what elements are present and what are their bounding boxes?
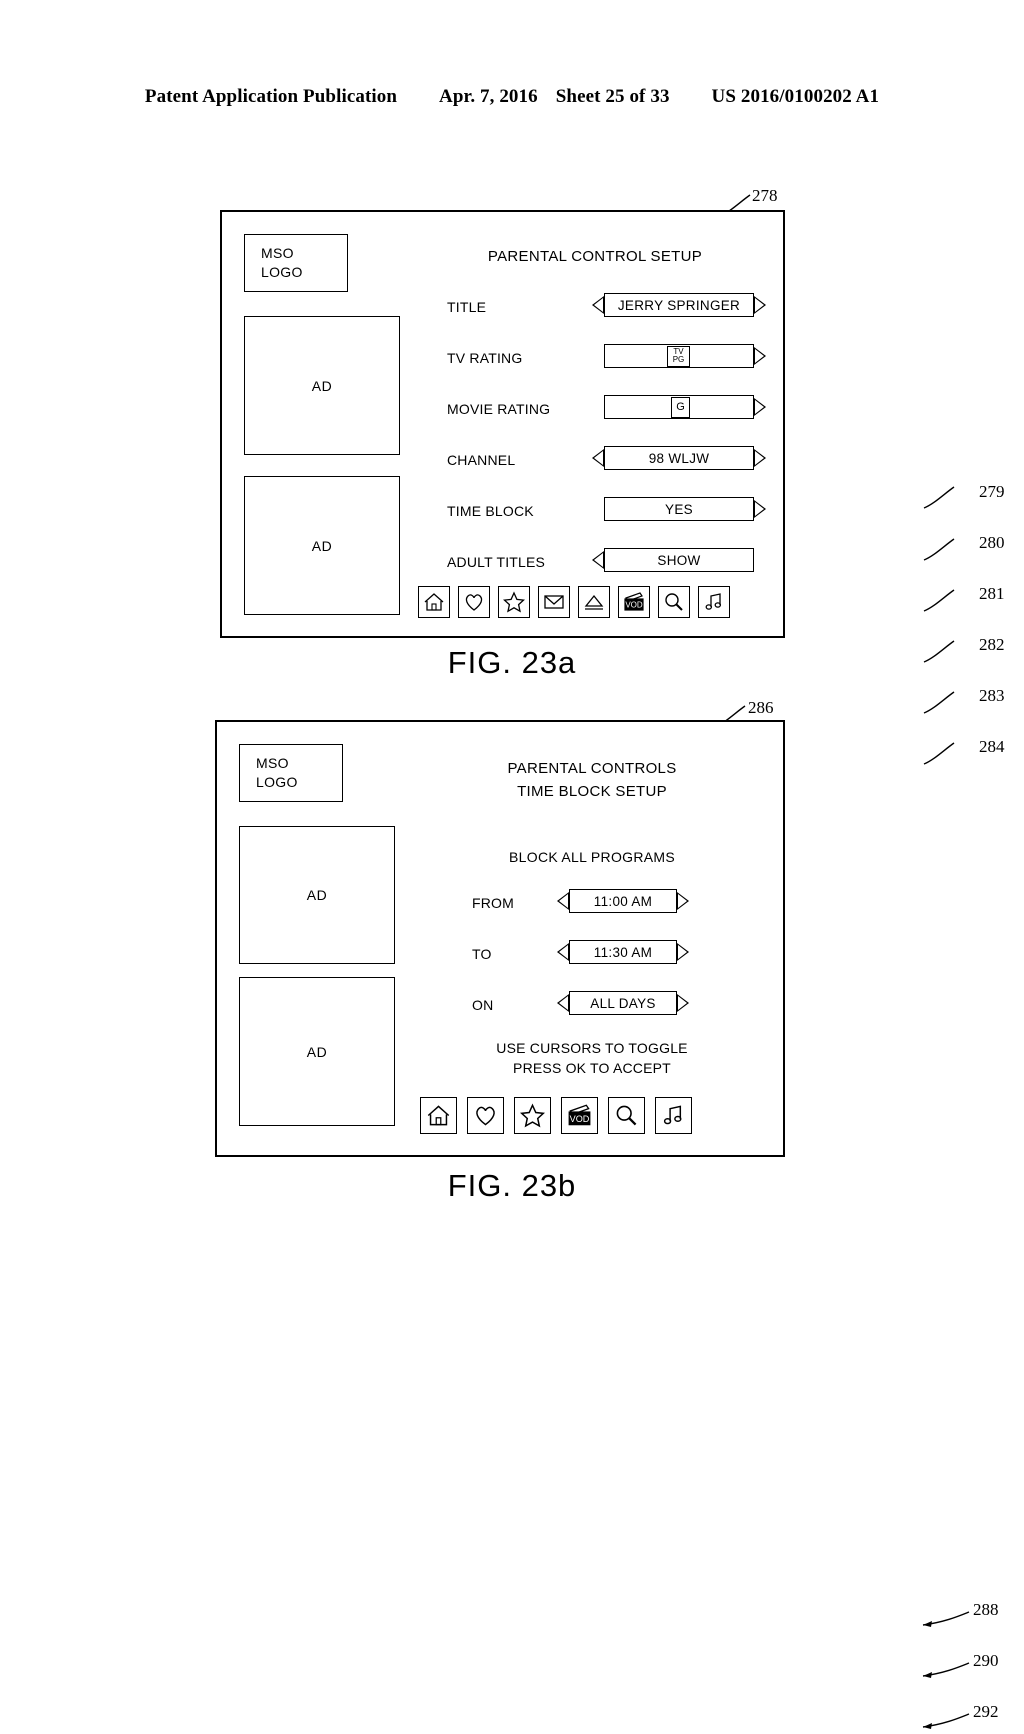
row-on-label: ON xyxy=(472,997,494,1013)
magnifier-icon[interactable] xyxy=(608,1097,645,1134)
from-left-arrow-icon[interactable] xyxy=(557,892,569,910)
on-value-box[interactable]: ALL DAYS xyxy=(569,991,677,1015)
block-all-programs-label: BLOCK ALL PROGRAMS xyxy=(509,849,675,865)
ad-panel-bottom-b[interactable]: AD xyxy=(239,977,395,1126)
heart-icon[interactable] xyxy=(467,1097,504,1134)
field-from[interactable]: 11:00 AM xyxy=(557,889,689,913)
ref-numeral-286: 286 xyxy=(748,698,774,717)
ad-panel-top-b[interactable]: AD xyxy=(239,826,395,964)
ad-panel-bottom-label-b: AD xyxy=(306,1043,328,1060)
mso-logo-line2-b: LOGO xyxy=(256,774,298,790)
field-to[interactable]: 11:30 AM xyxy=(557,940,689,964)
to-value-box[interactable]: 11:30 AM xyxy=(569,940,677,964)
ref-numeral-292: 292 xyxy=(973,1702,999,1721)
svg-text:VOD: VOD xyxy=(570,1114,590,1124)
from-right-arrow-icon[interactable] xyxy=(677,892,689,910)
ref-numeral-290: 290 xyxy=(973,1651,999,1670)
leader-line-292 xyxy=(922,1713,970,1729)
to-right-arrow-icon[interactable] xyxy=(677,943,689,961)
row-to-label: TO xyxy=(472,946,492,962)
home-icon[interactable] xyxy=(420,1097,457,1134)
row-to: TO xyxy=(472,941,492,967)
star-icon[interactable] xyxy=(514,1097,551,1134)
on-right-arrow-icon[interactable] xyxy=(677,994,689,1012)
figure-23b: 286 MSO LOGO AD AD PARENTAL CONTROLS TIM… xyxy=(0,0,1024,1729)
help-text: USE CURSORS TO TOGGLE PRESS OK TO ACCEPT xyxy=(496,1040,688,1077)
field-on[interactable]: ALL DAYS xyxy=(557,991,689,1015)
leader-line-290 xyxy=(922,1662,970,1678)
row-from: FROM xyxy=(472,890,514,916)
on-value: ALL DAYS xyxy=(590,995,656,1011)
figure-caption-23b: FIG. 23b xyxy=(447,1168,577,1203)
leader-line-288 xyxy=(922,1611,970,1627)
music-icon[interactable] xyxy=(655,1097,692,1134)
mso-logo-line1-b: MSO xyxy=(256,755,289,772)
ad-panel-top-label-b: AD xyxy=(306,887,328,903)
row-from-label: FROM xyxy=(472,895,515,911)
ref-numeral-288: 288 xyxy=(973,1600,999,1619)
screen-title-b: PARENTAL CONTROLS TIME BLOCK SETUP xyxy=(507,760,677,800)
to-left-arrow-icon[interactable] xyxy=(557,943,569,961)
from-value: 11:00 AM xyxy=(593,893,653,909)
navigation-icon-bar-b: VOD xyxy=(420,1097,692,1134)
to-value: 11:30 AM xyxy=(593,944,653,960)
vod-icon[interactable]: VOD xyxy=(561,1097,598,1134)
from-value-box[interactable]: 11:00 AM xyxy=(569,889,677,913)
mso-logo-box-b: MSO LOGO xyxy=(239,744,343,802)
on-left-arrow-icon[interactable] xyxy=(557,994,569,1012)
row-on: ON xyxy=(472,992,493,1018)
time-block-setup-screen: MSO LOGO AD AD PARENTAL CONTROLS TIME BL… xyxy=(215,720,999,1729)
